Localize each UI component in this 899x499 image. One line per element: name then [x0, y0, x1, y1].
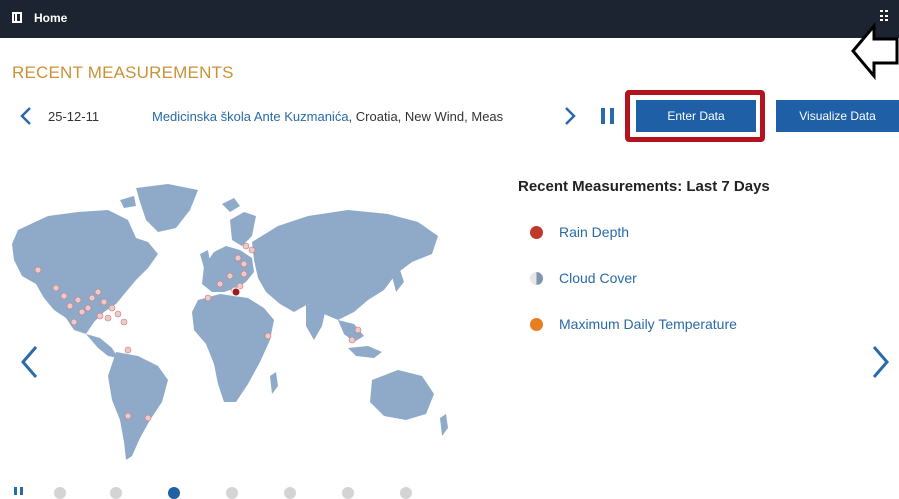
- carousel-pager: [14, 485, 434, 499]
- measurement-type: New Wind, Meas: [404, 109, 504, 124]
- pager-dot[interactable]: [342, 487, 354, 499]
- legend-item-cloud-cover[interactable]: Cloud Cover: [530, 268, 637, 288]
- legend-label-rain-depth[interactable]: Rain Depth: [559, 224, 629, 240]
- cloud-cover-icon: [530, 271, 543, 285]
- thermometer-icon: [530, 317, 543, 331]
- measurement-description[interactable]: Medicinska škola Ante Kuzmanića, Croatia…: [152, 109, 550, 124]
- back-arrow-icon[interactable]: [850, 22, 899, 80]
- visualize-data-button[interactable]: Visualize Data: [776, 100, 899, 132]
- pager-dot[interactable]: [226, 487, 238, 499]
- pager-dot-active[interactable]: [168, 487, 180, 499]
- pager-dot[interactable]: [54, 487, 66, 499]
- section-title: RECENT MEASUREMENTS: [12, 63, 234, 82]
- pager-dot[interactable]: [110, 487, 122, 499]
- school-link[interactable]: Medicinska škola Ante Kuzmanića: [152, 109, 349, 124]
- legend-title: Recent Measurements: Last 7 Days: [518, 178, 770, 195]
- carousel-prev-chevron-icon[interactable]: [18, 344, 40, 380]
- measurement-country: , Croatia,: [348, 109, 405, 124]
- pager-dot[interactable]: [400, 487, 412, 499]
- pager-dot[interactable]: [284, 487, 296, 499]
- legend-label-max-temperature[interactable]: Maximum Daily Temperature: [559, 316, 737, 332]
- pause-icon[interactable]: [601, 108, 615, 124]
- apps-icon[interactable]: [880, 10, 889, 22]
- legend-label-cloud-cover[interactable]: Cloud Cover: [559, 270, 637, 286]
- carousel-next-chevron-icon[interactable]: [870, 344, 892, 380]
- top-bar: Home: [0, 0, 899, 38]
- measurement-date: 25-12-11: [48, 109, 100, 124]
- legend-item-rain-depth[interactable]: Rain Depth: [530, 222, 629, 242]
- enter-data-button[interactable]: Enter Data: [636, 100, 756, 132]
- sidebar-icon[interactable]: [12, 12, 22, 23]
- next-measurement-chevron-icon[interactable]: [562, 106, 578, 126]
- previous-measurement-chevron-icon[interactable]: [18, 106, 34, 126]
- home-label[interactable]: Home: [34, 11, 67, 25]
- world-map[interactable]: [8, 180, 463, 470]
- rain-depth-icon: [530, 225, 543, 239]
- legend-item-max-temperature[interactable]: Maximum Daily Temperature: [530, 314, 737, 334]
